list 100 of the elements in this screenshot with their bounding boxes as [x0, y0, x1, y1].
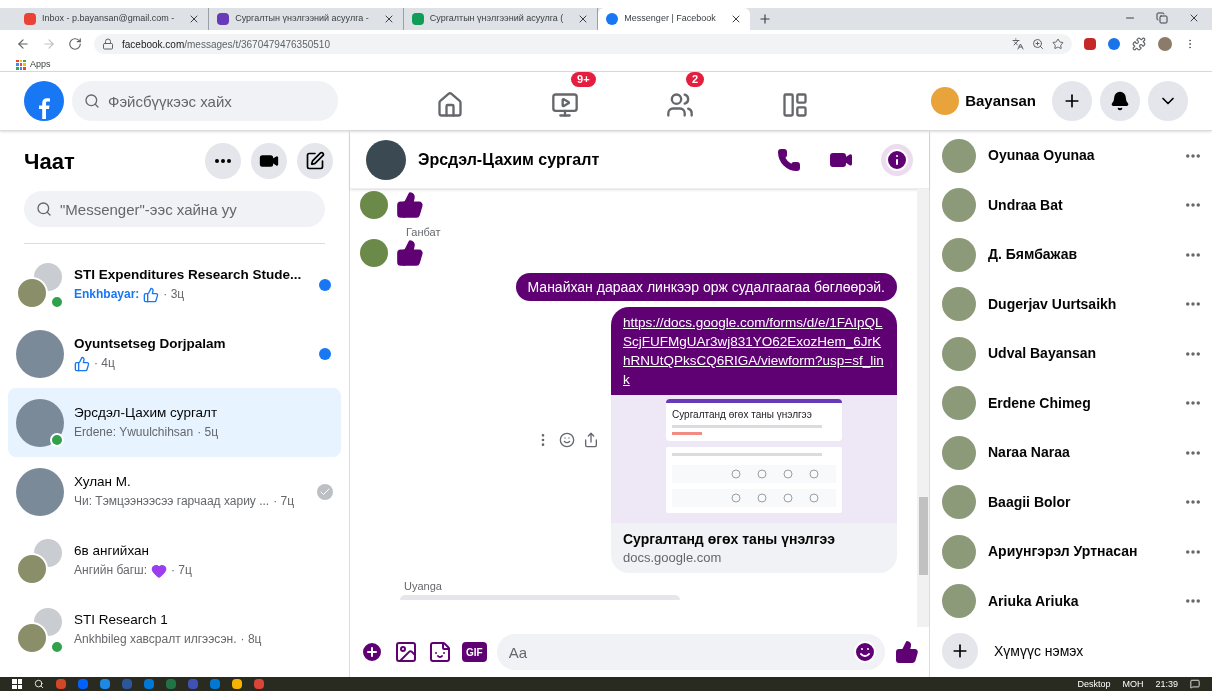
new-message-button[interactable] — [297, 143, 333, 179]
chat-list-item[interactable]: STI Expenditures Research Stude... Enkhbayar: · 3ц — [8, 250, 341, 319]
taskbar-app-icon[interactable] — [100, 679, 110, 689]
add-people-row[interactable]: Хүмүүс нэмэх — [942, 626, 1200, 676]
link-domain: docs.google.com — [623, 549, 723, 567]
windows-logo-icon[interactable] — [12, 679, 22, 689]
scrollbar[interactable] — [917, 189, 929, 627]
chat-name: Хулан М. — [74, 473, 132, 491]
plus-icon[interactable] — [360, 640, 384, 664]
browser-tab[interactable]: Inbox - p.bayansan@gmail.com - — [16, 8, 210, 30]
taskbar-app-icon[interactable] — [232, 679, 242, 689]
contact-name: Erdene Chimeg — [988, 393, 1092, 413]
zoom-icon[interactable] — [1032, 38, 1044, 50]
avatar — [942, 287, 976, 322]
star-icon[interactable] — [1052, 38, 1064, 50]
photo-icon[interactable] — [394, 640, 418, 664]
taskbar-app-icon[interactable] — [210, 679, 220, 689]
search-icon — [36, 201, 52, 217]
pdf-extension-icon[interactable] — [1084, 38, 1096, 50]
like-icon[interactable] — [895, 640, 919, 664]
taskbar-app-icon[interactable] — [56, 679, 66, 689]
chat-time: · 8ц — [240, 631, 262, 648]
info-icon — [885, 147, 909, 172]
gif-button[interactable]: GIF — [462, 642, 487, 662]
extensions-icon[interactable] — [1132, 37, 1146, 51]
heart-icon — [151, 562, 167, 579]
contact-row[interactable]: Erdene Chimeg — [942, 378, 1200, 428]
search-field[interactable]: "Messenger"-ээс хайна уу — [24, 191, 325, 227]
chat-list-item[interactable]: 6в ангийхан Ангийн багш: · 7ц — [8, 526, 341, 595]
more-icon[interactable] — [215, 159, 231, 163]
avatar — [942, 336, 976, 371]
profile-button[interactable]: Bayansan — [931, 87, 1044, 115]
sticker-icon[interactable] — [428, 640, 452, 664]
facebook-logo[interactable] — [24, 81, 64, 121]
link-card[interactable]: https://docs.google.com/forms/d/e/1FAIpQLScjFUFMgUAr3wj831YO62ExozHem_6JrKhRNUtQPksCQ6RIGA/viewform?usp=sf_link Сургалтанд өгөх таны үнэлгээ Сургалтанд өгөх таны үнэлгээ docs.google.com — [611, 307, 897, 573]
chat-preview-text: Чи: Тэмцээнээсээ гарчаад хариу ... — [74, 493, 270, 510]
browser-tab[interactable]: Messenger | Facebook — [598, 8, 750, 30]
chat-time: · 7ц — [171, 562, 192, 579]
nav-tab[interactable] — [666, 91, 695, 119]
address-bar[interactable]: facebook.com/messages/t/3670479476350510 — [94, 34, 1072, 54]
contact-row[interactable]: Oyunaa Oyunaa — [942, 131, 1200, 181]
avatar — [931, 87, 960, 115]
contact-row[interactable]: Ариунгэрэл Уртнасан — [942, 527, 1200, 577]
profile-avatar[interactable] — [1158, 37, 1172, 51]
back-icon[interactable] — [16, 37, 30, 51]
contact-row[interactable]: Baagii Bolor — [942, 477, 1200, 527]
people-icon — [666, 91, 695, 119]
notification-icon[interactable] — [1190, 679, 1200, 689]
restore-icon[interactable] — [1156, 12, 1168, 24]
conversation-title: Эрсдэл-Цахим сургалт — [418, 149, 601, 170]
chat-name: Эрсдэл-Цахим сургалт — [74, 404, 219, 422]
contact-row[interactable]: Undraa Bat — [942, 180, 1200, 230]
browser-tab[interactable]: Сургалтын үнэлгээний асуулга ( — [403, 8, 599, 30]
video-call-button[interactable] — [251, 143, 287, 179]
chat-time: · 5ц — [197, 424, 219, 441]
browser-tab[interactable]: Сургалтын үнэлгээний асуулга - — [209, 8, 404, 30]
contact-row[interactable]: Udval Bayansan — [942, 329, 1200, 379]
chat-preview-text: Enkhbayar: — [74, 286, 140, 303]
nav-tab[interactable] — [781, 91, 810, 119]
chat-list-item[interactable]: STI Research 1 Ankhbileg хавсралт илгээсэн. · 8ц — [8, 595, 341, 664]
new-tab-icon[interactable] — [757, 12, 772, 26]
tab-title: Inbox - p.bayansan@gmail.com - — [42, 12, 176, 26]
options-button[interactable] — [205, 143, 241, 179]
bookmark-link[interactable]: Apps — [30, 57, 51, 72]
avatar — [942, 534, 976, 569]
close-icon[interactable] — [1188, 12, 1200, 24]
nav-tab[interactable] — [436, 91, 465, 119]
like-icon — [143, 286, 160, 303]
plus-button[interactable] — [942, 633, 978, 669]
contact-name: Ариунгэрэл Уртнасан — [988, 542, 1139, 562]
create-button[interactable] — [1052, 81, 1092, 121]
taskbar-app-icon[interactable] — [254, 679, 264, 689]
contact-row[interactable]: Ariuka Ariuka — [942, 576, 1200, 626]
emoji-icon[interactable] — [559, 432, 575, 448]
extension-icon[interactable] — [1108, 38, 1120, 50]
chat-list-item[interactable]: Oyuntsetseg Dorjpalam · 4ц — [8, 319, 341, 388]
info-button[interactable] — [881, 143, 913, 176]
avatar — [942, 485, 976, 520]
chat-list-item[interactable]: Эрсдэл-Цахим сургалт Erdene: Ywuulchihsan · 5ц — [8, 388, 341, 457]
taskbar-app-icon[interactable] — [144, 679, 154, 689]
avatar — [942, 435, 976, 470]
search-field[interactable]: Фэйсбүүкээс хайх — [72, 81, 338, 121]
chat-list-item[interactable]: Хулан М. Чи: Тэмцээнээсээ гарчаад хариу ... · 7ц — [8, 457, 341, 526]
contact-row[interactable]: Naraa Naraa — [942, 428, 1200, 478]
search-icon — [84, 93, 100, 109]
avatar — [942, 237, 976, 272]
apps-grid-icon[interactable] — [16, 59, 26, 70]
nav-tab[interactable] — [551, 91, 580, 119]
message-input[interactable]: Aa — [496, 634, 885, 670]
reload-icon[interactable] — [68, 37, 82, 51]
notifications-button[interactable] — [1100, 81, 1140, 121]
contact-row[interactable]: Dugerjav Uurtsaikh — [942, 279, 1200, 329]
contact-row[interactable]: Д. Бямбажав — [942, 230, 1200, 280]
like-icon — [396, 191, 424, 219]
contact-name: Naraa Naraa — [988, 443, 1071, 463]
like-icon — [396, 239, 424, 267]
search-icon[interactable] — [34, 679, 44, 689]
translate-icon[interactable] — [1012, 38, 1024, 50]
share-icon[interactable] — [583, 432, 599, 448]
phone-icon[interactable] — [777, 147, 801, 172]
